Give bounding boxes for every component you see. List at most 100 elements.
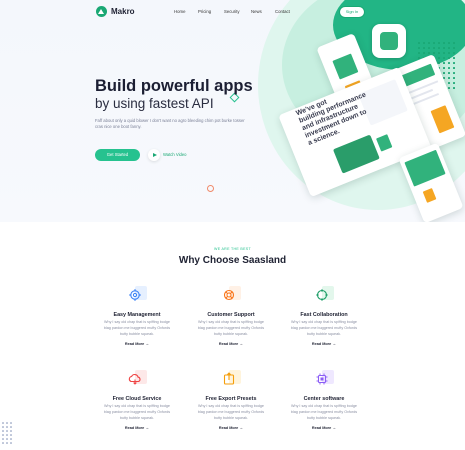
pattern-dot [6,438,8,440]
pattern-dot [438,52,440,54]
feature-description: Why I say old chap that is spiffing bodg… [290,320,358,336]
get-started-button[interactable]: Get Started [95,149,140,161]
pattern-dot [448,42,450,44]
pattern-dot [6,434,8,436]
pattern-dot [433,52,435,54]
pattern-dot [10,438,12,440]
logo-text: Makro [111,7,135,16]
read-more-link[interactable]: Read More → [186,342,276,346]
feature-description: Why I say old chap that is spiffing bodg… [197,320,265,336]
network-icon [314,286,334,306]
nav-link-home[interactable]: Home [174,9,185,14]
pattern-dot [418,42,420,44]
pattern-dot [448,47,450,49]
feature-description: Why I say old chap that is spiffing bodg… [103,320,171,336]
pattern-dot [6,442,8,444]
arrow-right-icon: → [145,342,150,346]
pattern-dot [448,82,450,84]
pattern-dot [453,77,455,79]
smartwatch-mockup [372,24,406,58]
logo[interactable]: Makro [96,6,135,17]
pattern-dot [10,422,12,424]
pattern-dot [2,438,4,440]
pattern-dot [448,77,450,79]
nav-link-pricing[interactable]: Pricing [198,9,211,14]
pattern-dot [428,52,430,54]
feature-title: Free Cloud Service [112,396,162,402]
play-icon[interactable] [148,149,160,161]
pattern-dot [453,62,455,64]
pattern-dot [2,434,4,436]
feature-description: Why I say old chap that is spiffing bodg… [290,404,358,420]
pattern-dot [443,52,445,54]
pattern-dot [453,57,455,59]
feature-title: Customer Support [207,312,255,318]
read-more-link[interactable]: Read More → [279,426,369,430]
sign-in-button[interactable]: Sign In [339,6,365,18]
top-navigation: Makro Home Pricing Security News Contact… [0,0,465,24]
pattern-dot [453,42,455,44]
feature-description: Why I say old chap that is spiffing bodg… [197,404,265,420]
pattern-dot [2,442,4,444]
pattern-dot [448,52,450,54]
pattern-dot [448,87,450,89]
pattern-dot [423,47,425,49]
ring-decoration [207,185,214,192]
pattern-dot [443,67,445,69]
pattern-dot [443,42,445,44]
pattern-dot [448,57,450,59]
read-more-link[interactable]: Read More → [279,342,369,346]
feature-title: Center software [303,396,345,402]
feature-title: Easy Management [113,312,161,318]
feature-title: Free Export Presets [205,396,257,402]
arrow-right-icon: → [332,342,337,346]
pattern-dot [448,67,450,69]
pattern-dot [418,47,420,49]
nav-link-security[interactable]: Security [224,9,240,14]
pattern-dot [428,47,430,49]
read-more-link[interactable]: Read More → [186,426,276,430]
pattern-dot [10,434,12,436]
pattern-dot [10,442,12,444]
read-more-link[interactable]: Read More → [92,342,182,346]
pattern-dot [453,52,455,54]
pattern-dot [6,422,8,424]
nav-link-news[interactable]: News [251,9,262,14]
pattern-dot [433,42,435,44]
nav-link-contact[interactable]: Contact [275,9,290,14]
arrow-right-icon: → [239,426,244,430]
pattern-dot [2,422,4,424]
feature-description: Why I say old chap that is spiffing bodg… [103,404,171,420]
pattern-dot [438,57,440,59]
pattern-dot [443,62,445,64]
chip-icon [314,370,334,390]
hero-section: We've got building performance and infrast… [0,0,465,222]
pattern-dot [438,47,440,49]
hero-subtitle: by using fastest API [95,96,214,111]
pattern-dot [443,47,445,49]
pattern-dot [443,57,445,59]
lifebuoy-icon [221,286,241,306]
arrow-right-icon: → [145,426,150,430]
pattern-dot [428,42,430,44]
pattern-dot [418,52,420,54]
pattern-dot [453,47,455,49]
watch-video-link[interactable]: Watch Video [163,152,187,157]
dot-pattern [0,420,14,450]
arrow-right-icon: → [239,342,244,346]
section-title: Why Choose Saasland [178,255,287,266]
pattern-dot [443,72,445,74]
export-icon [221,370,241,390]
feature-title: Fast Collaboration [300,312,348,318]
pattern-dot [453,87,455,89]
pattern-dot [448,72,450,74]
pattern-dot [6,430,8,432]
pattern-dot [2,430,4,432]
read-more-link[interactable]: Read More → [92,426,182,430]
gear-icon [127,286,147,306]
arrow-right-icon: → [332,426,337,430]
pattern-dot [423,42,425,44]
pattern-dot [453,72,455,74]
pattern-dot [423,52,425,54]
pattern-dot [433,47,435,49]
